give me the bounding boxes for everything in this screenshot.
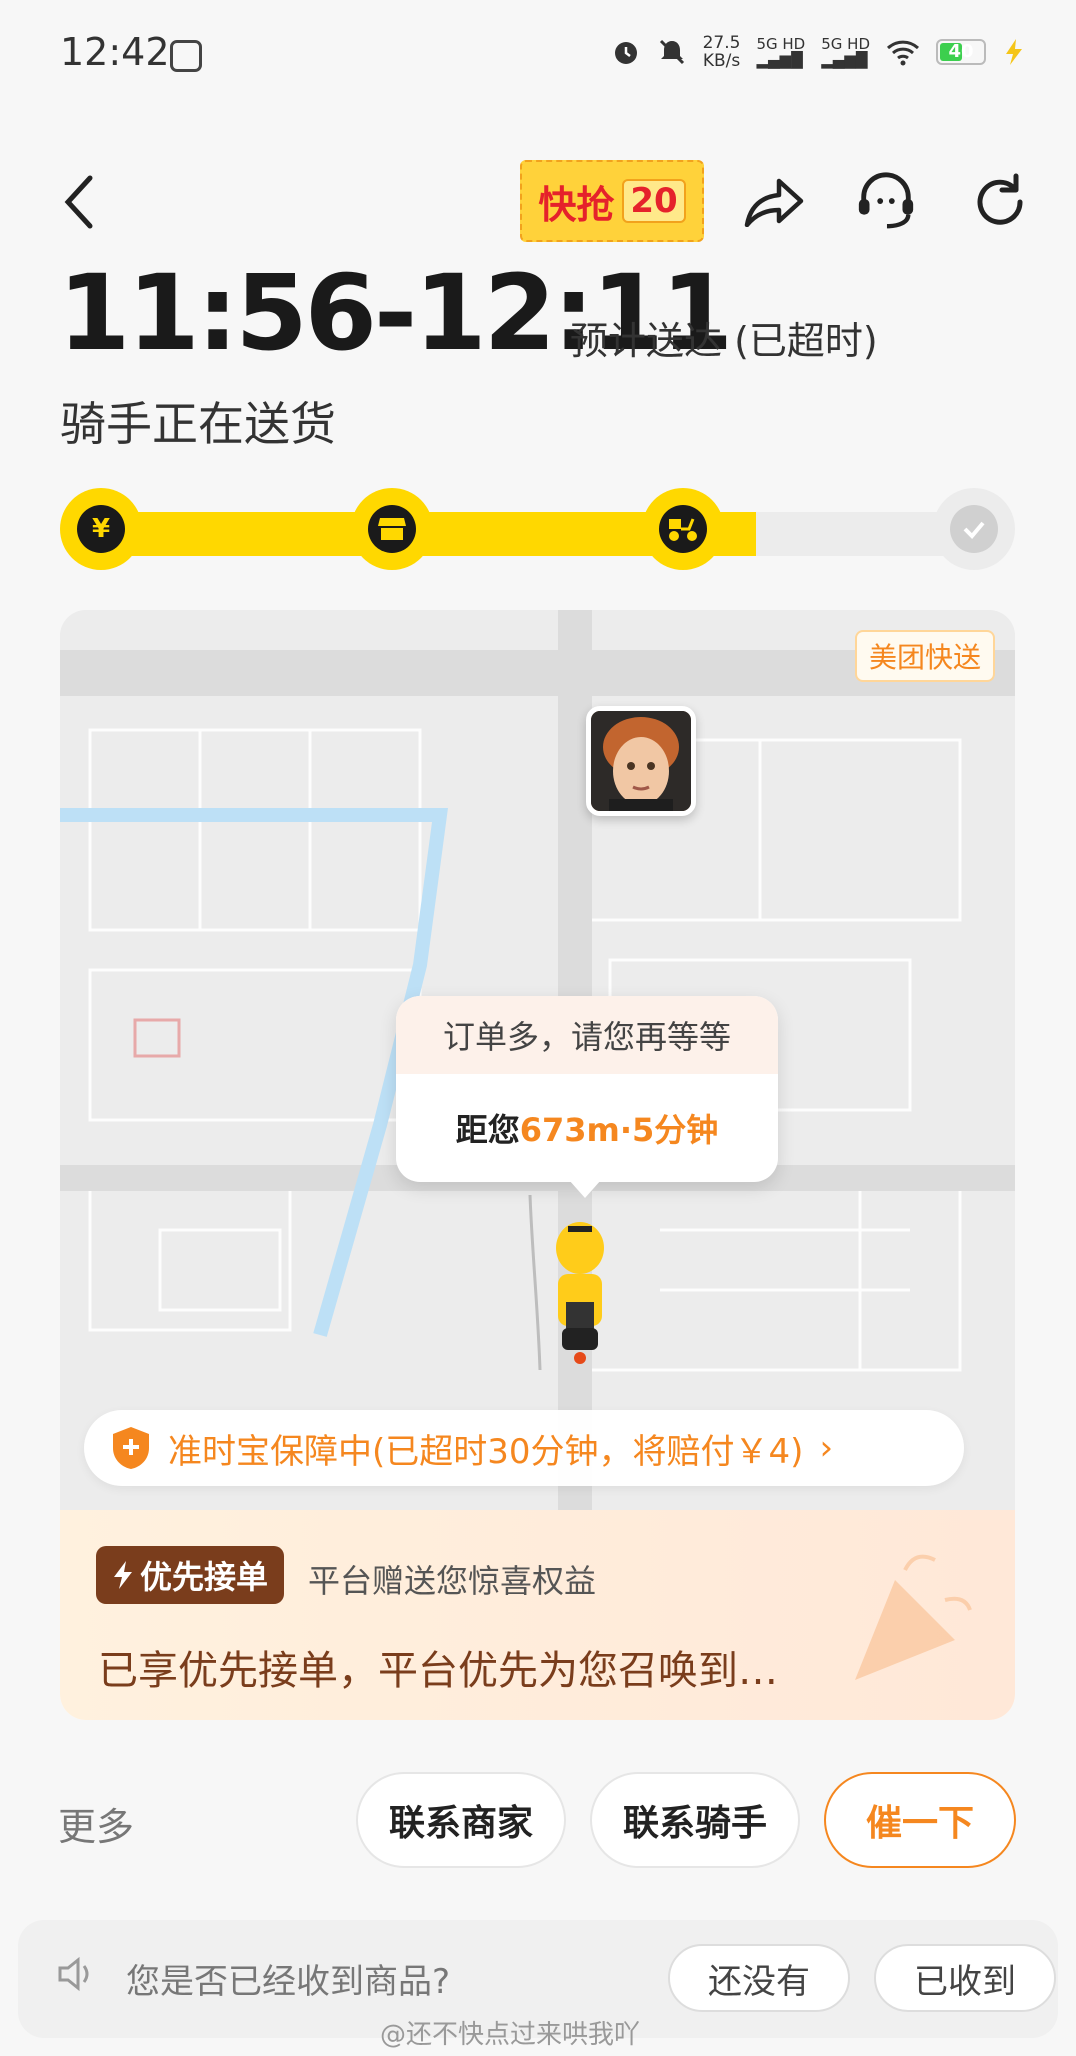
- status-indicators: 27.5 KB/s 5G HD ▂▄▆█ 5G HD ▂▄▆█ 40: [611, 34, 1026, 70]
- check-icon: [950, 505, 998, 553]
- flash-grab-badge[interactable]: 快抢 20: [520, 160, 704, 242]
- distance-value: 673m·5分钟: [519, 1111, 719, 1149]
- on-time-guarantee-banner[interactable]: 准时宝保障中(已超时30分钟，将赔付￥4) ›: [84, 1410, 964, 1486]
- priority-subtitle: 平台赠送您惊喜权益: [308, 1562, 597, 1600]
- share-button[interactable]: [742, 170, 806, 234]
- bubble-message: 订单多，请您再等等: [396, 996, 778, 1074]
- step-delivered: [933, 488, 1015, 570]
- watermark: @还不快点过来哄我吖: [380, 2020, 641, 2050]
- refresh-button[interactable]: [968, 170, 1032, 234]
- delivery-progress: ¥: [60, 488, 1015, 570]
- eta-label: 预计送达 (已超时): [570, 319, 878, 363]
- priority-message: 已享优先接单，平台优先为您召唤到…: [98, 1648, 778, 1694]
- priority-benefit-panel[interactable]: 优先接单 平台赠送您惊喜权益 已享优先接单，平台优先为您召唤到…: [60, 1510, 1015, 1720]
- signal-sim2-icon: 5G HD ▂▄▆█: [821, 35, 870, 69]
- promo-label: 快抢: [538, 182, 615, 227]
- delivery-status: 骑手正在送货: [60, 397, 336, 451]
- alarm-icon: [614, 42, 637, 64]
- step-rider-delivering: [642, 488, 724, 570]
- back-arrow-icon: [64, 175, 93, 229]
- rider-scooter-icon: [556, 1222, 604, 1364]
- refresh-icon: [977, 173, 1023, 225]
- order-tracking-card: 美团快送 订单多，请您再等等 距您 673m·5分钟 准时宝保障中(已超时30分钟…: [60, 610, 1015, 1720]
- delivery-map[interactable]: 美团快送 订单多，请您再等等 距您 673m·5分钟 准时宝保障中(已超时30分钟…: [60, 610, 1015, 1510]
- received-button[interactable]: 已收到: [874, 1944, 1056, 2012]
- wifi-icon: [886, 40, 920, 66]
- step-paid: ¥: [60, 488, 142, 570]
- rider-avatar-icon: [591, 711, 691, 811]
- rider-avatar[interactable]: [586, 706, 696, 816]
- more-button[interactable]: 更多: [58, 1796, 134, 1851]
- not-received-button[interactable]: 还没有: [668, 1944, 850, 2012]
- customer-service-icon: [858, 172, 914, 229]
- contact-merchant-button[interactable]: 联系商家: [356, 1772, 566, 1868]
- shield-icon: [113, 1427, 149, 1469]
- customer-service-button[interactable]: [854, 170, 918, 234]
- net-speed: 27.5 KB/s: [702, 33, 741, 71]
- battery-icon: 40: [936, 39, 986, 65]
- bubble-distance-row: 距您 673m·5分钟: [396, 1074, 778, 1182]
- urge-button[interactable]: 催一下: [824, 1772, 1016, 1868]
- promo-number: 20: [622, 179, 686, 223]
- mute-icon: [659, 39, 684, 65]
- back-button[interactable]: [48, 170, 112, 234]
- store-icon: [368, 505, 416, 553]
- contact-rider-button[interactable]: 联系骑手: [590, 1772, 800, 1868]
- guarantee-text: 准时宝保障中(已超时30分钟，将赔付￥4): [168, 1431, 804, 1472]
- receipt-question: 您是否已经收到商品?: [126, 1962, 451, 2002]
- charging-icon: [1006, 39, 1022, 65]
- signal-sim1-icon: 5G HD ▂▄▆█: [756, 35, 806, 69]
- lightning-icon: [114, 1561, 132, 1589]
- priority-badge: 优先接单: [96, 1546, 285, 1604]
- yuan-icon: ¥: [77, 505, 125, 553]
- party-popper-icon: [855, 1554, 972, 1680]
- progress-track: [100, 512, 975, 556]
- brand-tag: 美团快送: [854, 630, 995, 682]
- bubble-tail: [569, 1180, 601, 1198]
- scooter-icon: [659, 505, 707, 553]
- speaker-icon: [58, 1956, 89, 1992]
- rider-status-bubble: 订单多，请您再等等 距您 673m·5分钟: [396, 996, 778, 1182]
- share-icon: [744, 178, 804, 227]
- chevron-right-icon: ›: [819, 1428, 834, 1468]
- app-notification-icon: [170, 40, 202, 72]
- distance-prefix: 距您: [455, 1111, 520, 1149]
- step-merchant: [351, 488, 433, 570]
- status-time: 12:42: [60, 30, 170, 74]
